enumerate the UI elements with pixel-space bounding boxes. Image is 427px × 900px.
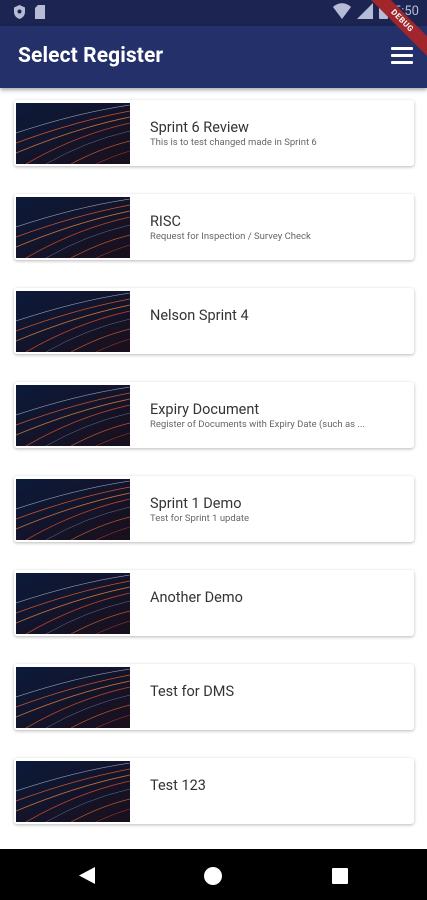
register-thumbnail [16, 197, 130, 258]
register-thumbnail [16, 479, 130, 540]
register-card[interactable]: Test 123 [14, 758, 414, 824]
register-name: Expiry Document [150, 401, 260, 418]
page-title: Select Register [18, 44, 164, 68]
wifi-icon [332, 3, 351, 19]
register-thumbnail [16, 385, 130, 446]
navigation-bar [0, 849, 427, 900]
register-thumbnail [16, 667, 130, 728]
register-name: Sprint 1 Demo [150, 495, 242, 512]
register-description: Request for Inspection / Survey Check [150, 231, 311, 242]
register-description: Test for Sprint 1 update [150, 513, 250, 524]
debug-banner: DEBUG [367, 0, 427, 60]
register-name: Test 123 [150, 777, 206, 794]
register-thumbnail [16, 291, 130, 352]
register-name: Another Demo [150, 589, 243, 606]
register-card[interactable]: Test for DMS [14, 664, 414, 730]
sim-card-icon [35, 5, 45, 19]
home-icon[interactable] [204, 867, 222, 885]
register-card[interactable]: Expiry Document Register of Documents wi… [14, 382, 414, 448]
recents-icon[interactable] [332, 868, 348, 884]
status-bar: 5:50 [0, 0, 427, 26]
debug-ribbon: DEBUG [367, 0, 427, 58]
register-card[interactable]: Sprint 6 Review This is to test changed … [14, 100, 414, 166]
register-description: This is to test changed made in Sprint 6 [150, 137, 317, 148]
register-name: RISC [150, 213, 181, 230]
register-description: Register of Documents with Expiry Date (… [150, 419, 365, 430]
register-card[interactable]: Nelson Sprint 4 [14, 288, 414, 354]
register-thumbnail [16, 103, 130, 164]
register-thumbnail [16, 573, 130, 634]
shield-icon [14, 5, 25, 19]
register-thumbnail [16, 761, 130, 822]
register-card[interactable]: Sprint 1 Demo Test for Sprint 1 update [14, 476, 414, 542]
register-name: Test for DMS [150, 683, 235, 700]
register-name: Nelson Sprint 4 [150, 307, 249, 324]
app-bar: Select Register [0, 26, 427, 88]
menu-icon-line [391, 61, 413, 64]
register-name: Sprint 6 Review [150, 119, 249, 136]
register-card[interactable]: Another Demo [14, 570, 414, 636]
back-icon[interactable] [79, 867, 95, 884]
register-card[interactable]: RISC Request for Inspection / Survey Che… [14, 194, 414, 260]
